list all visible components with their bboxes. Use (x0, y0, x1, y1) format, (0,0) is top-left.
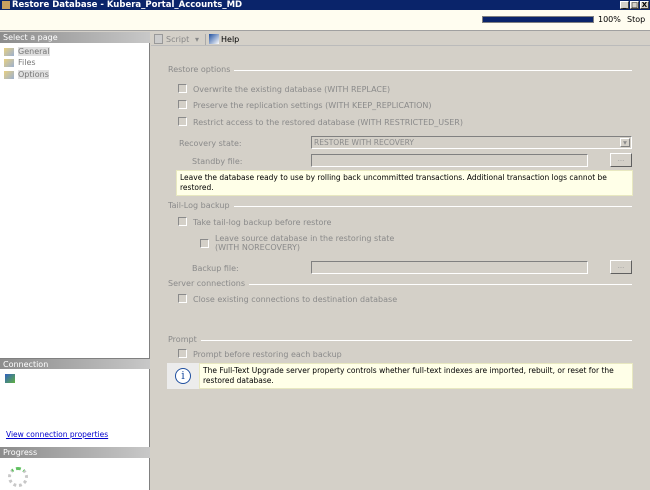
minimize-button[interactable]: _ (620, 1, 629, 9)
backup-file-input[interactable] (311, 261, 588, 274)
page-general[interactable]: General (4, 46, 50, 57)
recovery-state-label: Recovery state: (179, 139, 242, 148)
restrict-access-checkbox[interactable]: Restrict access to the restored database… (178, 117, 463, 128)
progress-bar (482, 16, 594, 23)
group-divider (168, 206, 632, 207)
server-connection-icon (5, 374, 15, 383)
standby-browse-button[interactable]: ... (610, 153, 632, 167)
stop-button[interactable]: Stop (627, 15, 645, 24)
prompt-before-restore-checkbox[interactable]: Prompt before restoring each backup (178, 349, 342, 360)
help-button[interactable]: Help (221, 34, 239, 45)
toolbar-separator (205, 34, 206, 45)
recovery-state-value: RESTORE WITH RECOVERY (314, 138, 414, 147)
checkbox-label: Close existing connections to destinatio… (193, 295, 398, 304)
connection-header: Connection (0, 358, 150, 369)
page-label: General (18, 47, 50, 56)
checkbox-label: Take tail-log backup before restore (193, 218, 332, 227)
toolbar: Script ▾ Help (151, 32, 650, 46)
page-files[interactable]: Files (4, 57, 36, 68)
group-divider (168, 340, 632, 341)
overwrite-checkbox[interactable]: Overwrite the existing database (WITH RE… (178, 84, 390, 95)
backup-browse-button[interactable]: ... (610, 260, 632, 274)
take-tail-log-checkbox[interactable]: Take tail-log backup before restore (178, 217, 331, 228)
checkbox-label: Restrict access to the restored database… (193, 118, 463, 127)
script-icon (154, 34, 163, 44)
progress-spinner-icon (8, 467, 28, 487)
server-connections-header: Server connections (168, 279, 250, 289)
help-icon (209, 34, 219, 44)
sidebar: Select a page General Files Options Conn… (0, 32, 150, 490)
chevron-down-icon[interactable]: ▾ (620, 138, 630, 147)
group-divider (168, 70, 632, 71)
standby-file-label: Standby file: (192, 157, 243, 166)
select-page-header: Select a page (0, 32, 150, 43)
prompt-header: Prompt (168, 335, 201, 345)
page-options[interactable]: Options (4, 69, 49, 80)
window-title: Restore Database - Kubera_Portal_Account… (12, 0, 243, 10)
page-label: Options (18, 70, 49, 79)
checkbox-label: Overwrite the existing database (WITH RE… (193, 85, 391, 94)
page-icon (4, 47, 14, 56)
close-button[interactable]: X (640, 1, 649, 9)
checkbox-label: Prompt before restoring each backup (193, 350, 342, 359)
tail-log-header: Tail-Log backup (168, 201, 234, 211)
recovery-description: Leave the database ready to use by rolli… (176, 170, 633, 196)
checkbox-label: Preserve the replication settings (WITH … (193, 101, 432, 110)
info-icon: i (175, 368, 191, 384)
app-icon (2, 1, 10, 9)
standby-file-input[interactable] (311, 154, 588, 167)
leave-source-line1: Leave source database in the restoring s… (215, 234, 395, 243)
maximize-button[interactable]: □ (630, 1, 639, 9)
page-label: Files (18, 58, 36, 67)
recovery-state-select[interactable]: RESTORE WITH RECOVERY ▾ (311, 136, 632, 149)
progress-header: Progress (0, 447, 150, 458)
leave-source-label: Leave source database in the restoring s… (215, 234, 394, 252)
view-connection-properties-link[interactable]: View connection properties (6, 430, 108, 439)
backup-file-label: Backup file: (192, 264, 239, 273)
restore-options-header: Restore options (168, 65, 235, 75)
page-icon (4, 70, 14, 79)
page-icon (4, 58, 14, 67)
leave-source-line2: (WITH NORECOVERY) (215, 243, 301, 252)
script-dropdown-icon[interactable]: ▾ (195, 34, 199, 45)
full-text-upgrade-info: The Full-Text Upgrade server property co… (199, 363, 633, 389)
script-button[interactable]: Script (166, 34, 189, 45)
info-icon-box: i (167, 363, 199, 389)
title-bar: Restore Database - Kubera_Portal_Account… (0, 0, 650, 10)
preserve-replication-checkbox[interactable]: Preserve the replication settings (WITH … (178, 100, 432, 111)
leave-source-checkbox[interactable] (200, 239, 215, 250)
close-connections-checkbox[interactable]: Close existing connections to destinatio… (178, 294, 397, 305)
progress-percent: 100% (598, 15, 621, 24)
